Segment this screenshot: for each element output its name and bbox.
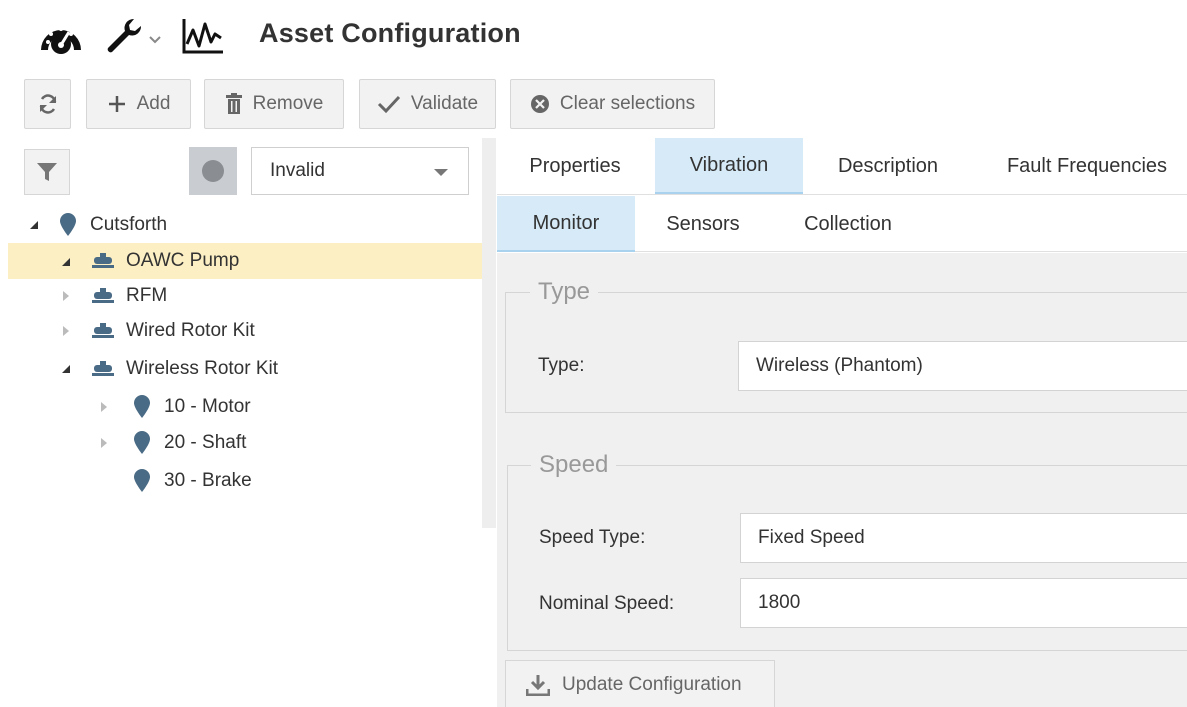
tree-node-wireless-rotor-kit[interactable]: Wireless Rotor Kit [8,351,482,387]
location-pin-icon [133,469,151,499]
tree-scrollbar[interactable] [482,138,496,528]
machine-icon [92,252,114,276]
tree-expand-toggle[interactable] [98,401,110,413]
remove-button-label: Remove [252,93,324,114]
status-filter-value: Invalid [270,160,325,181]
status-dot [202,160,224,182]
tab-monitor[interactable]: Monitor [497,196,635,252]
machine-icon [92,322,114,346]
validate-button[interactable]: Validate [359,79,496,129]
location-pin-icon [59,213,77,243]
main-tabs: Properties Vibration Description Fault F… [497,138,1187,195]
page-title: Asset Configuration [259,18,521,48]
tree-node-label: 10 - Motor [164,396,251,417]
trash-icon [225,93,242,114]
location-pin-icon [133,431,151,461]
tree-node-label: OAWC Pump [126,250,240,271]
speed-type-field[interactable]: Fixed Speed [740,513,1187,563]
update-configuration-label: Update Configuration [562,674,742,695]
validate-button-label: Validate [410,93,479,114]
tree-node-label: 30 - Brake [164,470,252,491]
tree-expand-toggle[interactable] [60,256,72,268]
clear-circle-icon [530,95,549,113]
tree-node-cutsforth[interactable]: Cutsforth [8,207,482,243]
dropdown-caret-icon [434,169,448,176]
clear-selections-button[interactable]: Clear selections [510,79,715,129]
plus-icon [108,96,125,112]
tree-node-label: Wired Rotor Kit [126,320,255,341]
type-label: Type: [538,355,585,376]
chevron-down-icon[interactable] [149,31,161,49]
add-button-label: Add [136,93,171,114]
tree-expand-toggle[interactable] [98,437,110,449]
tree-node-wired-rotor-kit[interactable]: Wired Rotor Kit [8,313,482,349]
tree-node-label: Cutsforth [90,214,168,235]
download-icon [526,675,550,696]
tab-collection[interactable]: Collection [781,196,915,252]
filter-button[interactable] [24,149,70,195]
refresh-icon [39,94,56,114]
machine-icon [92,287,114,311]
app-header: Asset Configuration [0,0,1187,72]
type-field[interactable]: Wireless (Phantom) [738,341,1187,391]
tree-expand-toggle[interactable] [28,219,40,231]
status-filter-select[interactable]: Invalid [251,147,469,195]
tree-expand-toggle[interactable] [60,363,72,375]
refresh-button[interactable] [24,79,71,129]
filter-funnel-icon [37,163,57,181]
nominal-speed-label: Nominal Speed: [539,593,675,614]
speed-legend: Speed [531,451,617,479]
speed-type-label: Speed Type: [539,527,646,548]
tab-properties[interactable]: Properties [505,138,645,194]
location-pin-icon [133,395,151,425]
tree-node-10-motor[interactable]: 10 - Motor [8,389,482,425]
tab-vibration[interactable]: Vibration [655,138,803,194]
tree-node-label: 20 - Shaft [164,432,247,453]
tab-description[interactable]: Description [813,138,963,194]
type-legend: Type [530,278,599,306]
wrench-icon[interactable] [104,16,144,61]
remove-button[interactable]: Remove [204,79,344,129]
tree-node-20-shaft[interactable]: 20 - Shaft [8,425,482,461]
checkmark-icon [377,95,400,114]
tab-sensors[interactable]: Sensors [643,196,763,252]
tab-fault-frequencies[interactable]: Fault Frequencies [987,138,1187,194]
tree-node-rfm[interactable]: RFM [8,278,482,314]
update-configuration-button[interactable]: Update Configuration [505,660,775,707]
tree-node-30-brake[interactable]: 30 - Brake [8,463,482,499]
machine-icon [92,360,114,384]
dashboard-gauge-icon[interactable] [38,18,84,59]
tree-node-label: Wireless Rotor Kit [126,358,279,379]
tree-node-label: RFM [126,285,168,306]
clear-selections-label: Clear selections [559,93,696,114]
add-button[interactable]: Add [86,79,191,129]
trend-chart-icon[interactable] [181,16,225,61]
tree-expand-toggle[interactable] [60,290,72,302]
tree-node-oawc-pump[interactable]: OAWC Pump [8,243,482,279]
sub-tabs: Monitor Sensors Collection [497,196,1187,252]
status-color-swatch [189,147,237,195]
nominal-speed-field[interactable]: 1800 [740,578,1187,628]
tree-expand-toggle[interactable] [60,325,72,337]
